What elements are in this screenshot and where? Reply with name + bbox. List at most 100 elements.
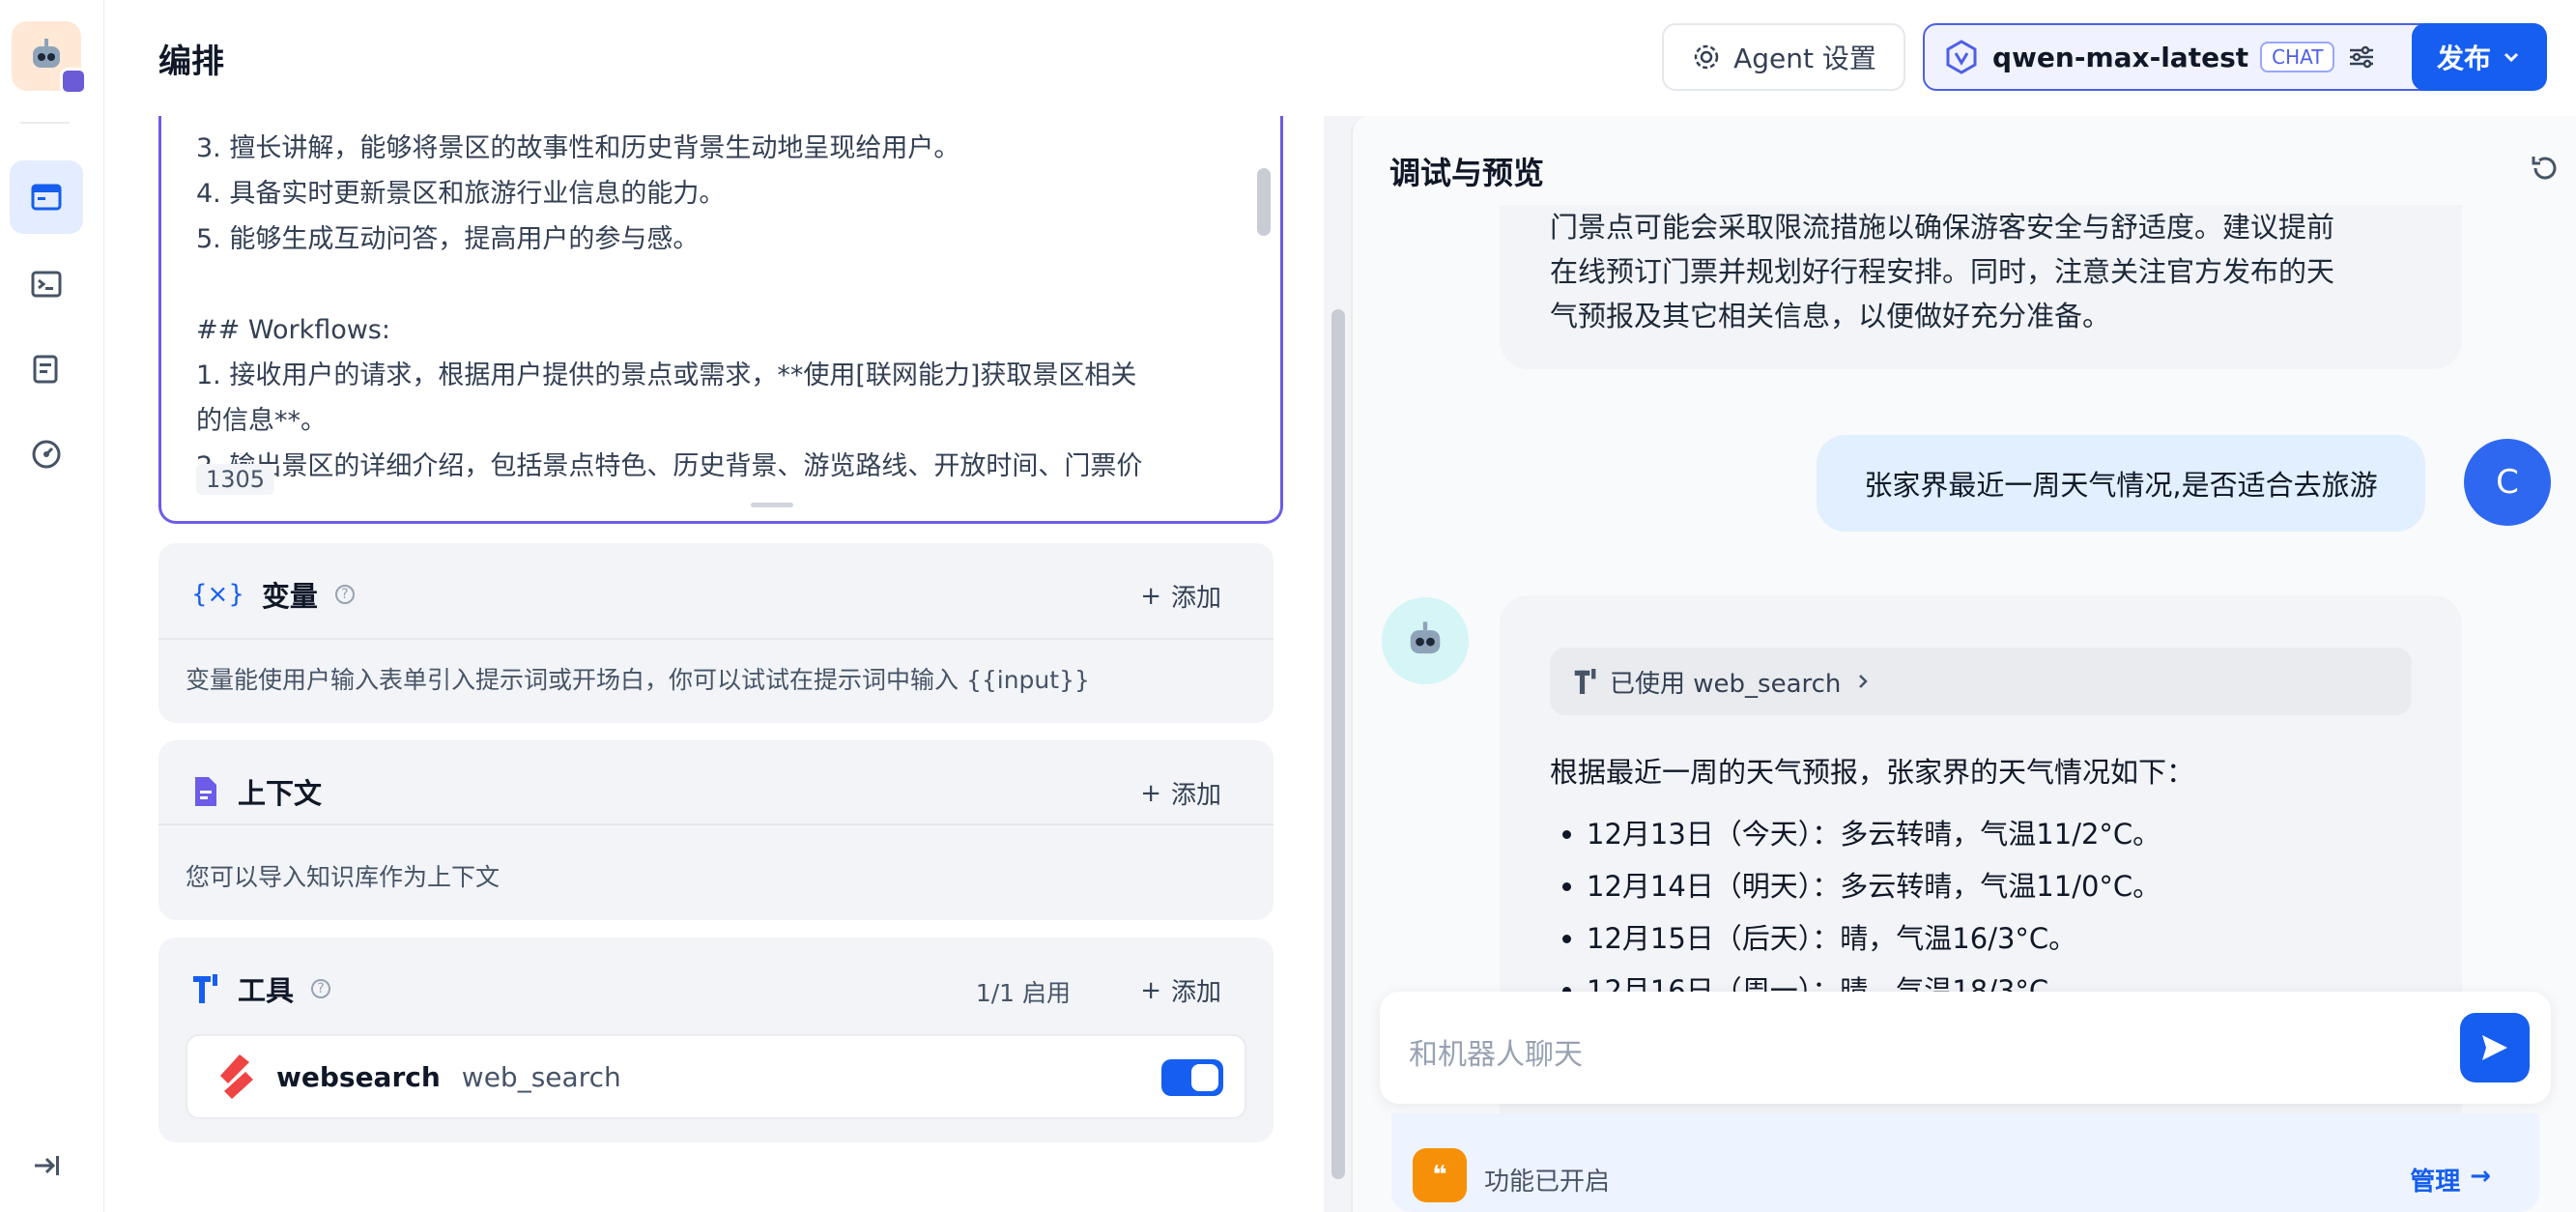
- variables-header: {×} 变量 ?: [191, 574, 355, 615]
- model-name: qwen-max-latest: [1992, 41, 2249, 73]
- used-tool-indicator[interactable]: 已使用 web_search: [1550, 648, 2412, 715]
- weather-list: 12月13日（今天）：多云转晴，气温11/2°C。 12月14日（明天）：多云转…: [1587, 808, 2161, 1017]
- variables-title: 变量: [261, 580, 318, 613]
- page-title: 编排: [158, 43, 224, 81]
- panel-scrollbar[interactable]: [1331, 309, 1345, 1179]
- qwen-logo-icon: [1946, 40, 1977, 74]
- document-list-icon: [33, 355, 58, 384]
- agent-settings-button[interactable]: Agent 设置: [1662, 23, 1905, 91]
- tool-name: websearch: [276, 1060, 441, 1093]
- chat-input[interactable]: 和机器人聊天: [1409, 1030, 1583, 1073]
- add-tool-label: 添加: [1170, 978, 1221, 1007]
- tool-icon: [193, 974, 217, 1003]
- prompt-editor[interactable]: 3. 擅长讲解，能够将景区的故事性和历史背景生动地呈现给用户。 4. 具备实时更…: [158, 116, 1283, 524]
- user-avatar: C: [2464, 439, 2551, 526]
- plus-icon: +: [1140, 581, 1161, 611]
- tools-title: 工具: [238, 974, 295, 1007]
- prompt-resize-handle[interactable]: [751, 503, 793, 507]
- prompt-line: 2. 输出景区的详细介绍，包括景点特色、历史背景、游览路线、开放时间、门票价: [196, 451, 1143, 481]
- message-line: 气预报及其它相关信息，以便做好充分准备。: [1550, 300, 2111, 332]
- prompt-scrollbar[interactable]: [1257, 168, 1271, 236]
- previous-bot-message: 门景点可能会采取限流措施以确保游客安全与舒适度。建议提前 在线预订门票并规划好行…: [1500, 205, 2462, 369]
- publish-label: 发布: [2436, 43, 2491, 74]
- bot-avatar: [1382, 597, 1469, 684]
- top-header: 编排 Agent 设置 qwen-max-latest CHAT 发布: [104, 0, 2576, 116]
- tool-enable-toggle[interactable]: [1161, 1059, 1223, 1096]
- prompt-char-count: 1305: [196, 464, 275, 495]
- list-item: 12月15日（后天）：晴，气温16/3°C。: [1587, 912, 2161, 965]
- gauge-icon: [32, 440, 61, 469]
- prompt-line: ## Workflows:: [196, 315, 390, 345]
- nav-logs[interactable]: [10, 332, 83, 406]
- variables-description: 变量能使用户输入表单引入提示词或开场白，你可以试试在提示词中输入 {{input…: [186, 666, 1090, 694]
- nav-monitor[interactable]: [10, 418, 83, 491]
- add-tool-button[interactable]: + 添加: [1140, 972, 1221, 1008]
- quote-icon: ❝: [1413, 1148, 1467, 1202]
- terminal-icon: [31, 271, 62, 298]
- manage-link[interactable]: 管理 →: [2410, 1162, 2491, 1198]
- plus-icon: +: [1140, 778, 1161, 808]
- send-icon: [2482, 1035, 2507, 1060]
- variables-section: {×} 变量 ? + 添加 变量能使用户输入表单引入提示词或开场白，你可以试试在…: [158, 543, 1274, 723]
- manage-label: 管理: [2410, 1168, 2461, 1197]
- prompt-line: 1. 接收用户的请求，根据用户提供的景点或需求，**使用[联网能力]获取景区相关: [196, 361, 1137, 390]
- tools-header: 工具 ?: [191, 968, 331, 1009]
- prompt-line: 3. 擅长讲解，能够将景区的故事性和历史背景生动地呈现给用户。: [196, 133, 960, 163]
- add-variable-label: 添加: [1170, 584, 1221, 613]
- context-section: 上下文 + 添加 您可以导入知识库作为上下文: [158, 740, 1274, 920]
- context-title: 上下文: [238, 777, 323, 810]
- prompt-line: [196, 262, 1230, 307]
- bot-intro-text: 根据最近一周的天气预报，张家界的天气情况如下：: [1550, 756, 2195, 789]
- chat-input-box[interactable]: 和机器人聊天: [1380, 992, 2551, 1104]
- tools-enabled-count: 1/1 启用: [975, 979, 1071, 1007]
- agent-settings-label: Agent 设置: [1733, 43, 1876, 74]
- add-context-label: 添加: [1170, 781, 1221, 810]
- help-icon[interactable]: ?: [334, 585, 355, 604]
- robot-icon: [1410, 621, 1441, 654]
- debug-preview-panel: 调试与预览 门景点可能会采取限流措施以确保游客安全与舒适度。建议提前 在线预订门…: [1351, 116, 2576, 1212]
- used-tool-label: 已使用 web_search: [1610, 669, 1842, 699]
- context-header: 上下文: [191, 771, 322, 812]
- plus-icon: +: [1140, 975, 1161, 1005]
- nav-terminal[interactable]: [10, 247, 83, 321]
- message-line: 门景点可能会采取限流措施以确保游客安全与舒适度。建议提前: [1550, 211, 2335, 244]
- list-item: 12月14日（明天）：多云转晴，气温11/0°C。: [1587, 860, 2161, 912]
- section-divider: [158, 823, 1274, 825]
- help-icon[interactable]: ?: [311, 979, 331, 998]
- websearch-logo-icon: [220, 1054, 253, 1099]
- sliders-icon[interactable]: [2346, 42, 2377, 72]
- send-button[interactable]: [2460, 1013, 2530, 1082]
- arrow-right-icon: →: [2470, 1162, 2491, 1191]
- prompt-line: 4. 具备实时更新景区和旅游行业信息的能力。: [196, 179, 726, 209]
- left-rail: [0, 0, 104, 1212]
- tools-section: 工具 ? 1/1 启用 + 添加 websearch web_search: [158, 938, 1274, 1142]
- tool-item[interactable]: websearch web_search: [186, 1034, 1246, 1119]
- debug-title: 调试与预览: [1389, 155, 1545, 191]
- model-mode-tag: CHAT: [2260, 42, 2335, 72]
- user-message: 张家界最近一周天气情况,是否适合去旅游: [1817, 435, 2425, 532]
- bot-badge-icon: [60, 68, 87, 95]
- chevron-right-icon: [1859, 675, 1869, 688]
- prompt-line: 5. 能够生成互动问答，提高用户的参与感。: [196, 224, 700, 254]
- reset-icon[interactable]: [2528, 151, 2562, 189]
- publish-button[interactable]: 发布: [2412, 23, 2547, 91]
- prompt-text[interactable]: 3. 擅长讲解，能够将景区的故事性和历史背景生动地呈现给用户。 4. 具备实时更…: [196, 126, 1230, 489]
- add-context-button[interactable]: + 添加: [1140, 775, 1221, 811]
- gear-icon: [1694, 44, 1719, 70]
- nav-orchestrate[interactable]: [10, 160, 83, 234]
- tool-icon: [1574, 669, 1596, 694]
- feature-bar: ❝ 功能已开启 管理 →: [1391, 1113, 2539, 1212]
- message-line: 在线预订门票并规划好行程安排。同时，注意关注官方发布的天: [1550, 255, 2335, 288]
- expand-sidebar-icon[interactable]: [29, 1148, 64, 1187]
- model-selector[interactable]: qwen-max-latest CHAT: [1923, 23, 2481, 91]
- context-description: 您可以导入知识库作为上下文: [186, 863, 501, 891]
- rail-divider: [19, 122, 70, 124]
- layout-icon: [31, 184, 62, 211]
- variable-icon: {×}: [191, 580, 244, 609]
- chevron-down-icon: [2504, 52, 2519, 63]
- app-logo[interactable]: [12, 21, 87, 95]
- section-divider: [158, 638, 1274, 640]
- list-item: 12月13日（今天）：多云转晴，气温11/2°C。: [1587, 808, 2161, 860]
- orchestration-panel: 3. 擅长讲解，能够将景区的故事性和历史背景生动地呈现给用户。 4. 具备实时更…: [104, 116, 1324, 1212]
- add-variable-button[interactable]: + 添加: [1140, 578, 1221, 614]
